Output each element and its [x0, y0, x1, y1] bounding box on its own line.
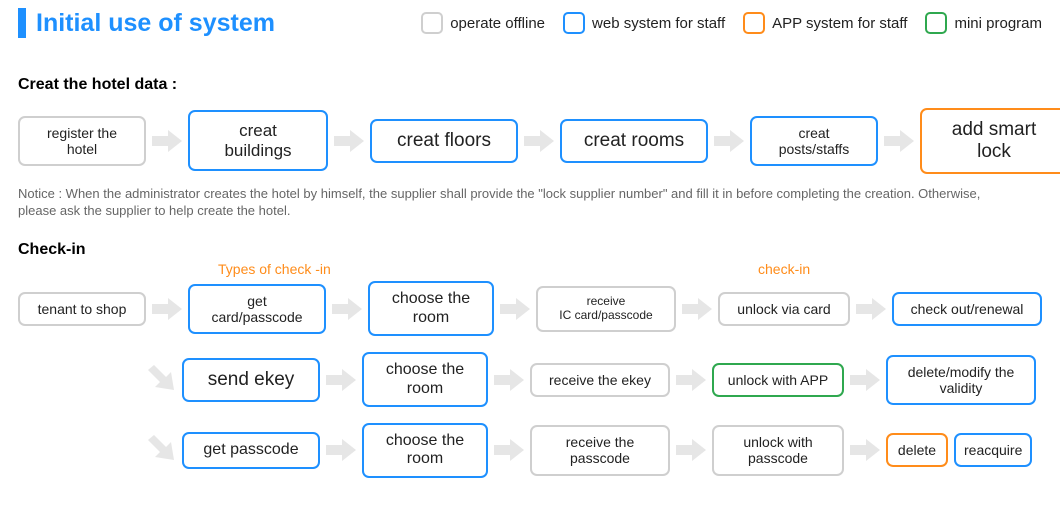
legend: operate offline web system for staff APP…: [421, 12, 1042, 34]
row1-get: getcard/passcode: [188, 284, 326, 334]
row2-unlock: unlock with APP: [712, 363, 844, 397]
swatch-web-icon: [563, 12, 585, 34]
arrow-right-icon: [498, 298, 532, 320]
arrow-right-icon: [492, 369, 526, 391]
label-checkin: check-in: [758, 261, 810, 277]
row1-checkout-label: check out/renewal: [911, 301, 1024, 317]
arrow-right-icon: [848, 439, 882, 461]
row2-send: send ekey: [182, 358, 320, 402]
row3-get: get passcode: [182, 432, 320, 468]
arrow-right-icon: [848, 369, 882, 391]
row2-receive: receive the ekey: [530, 363, 670, 397]
legend-offline: operate offline: [421, 12, 545, 34]
indent-arrow: [18, 360, 178, 400]
checkin-labels: Types of check -in check-in: [18, 263, 1042, 281]
row1-unlock: unlock via card: [718, 292, 850, 326]
step-buildings-label: creat buildings: [204, 121, 312, 160]
row2-receive-label: receive the ekey: [549, 372, 651, 388]
arrow-right-icon: [492, 439, 526, 461]
arrow-right-icon: [674, 439, 708, 461]
checkin-row3: get passcode choose theroom receive thep…: [18, 423, 1042, 478]
row1-get-label: getcard/passcode: [211, 293, 302, 325]
row3-delete-label: delete: [898, 442, 936, 458]
arrow-right-icon: [712, 130, 746, 152]
step-register: register thehotel: [18, 116, 146, 166]
step-register-label: register thehotel: [47, 125, 117, 157]
row2-choose: choose theroom: [362, 352, 488, 407]
arrow-right-icon: [882, 130, 916, 152]
legend-mini: mini program: [925, 12, 1042, 34]
row1-checkout: check out/renewal: [892, 292, 1042, 326]
swatch-mini-icon: [925, 12, 947, 34]
arrow-right-icon: [324, 369, 358, 391]
arrow-right-icon: [854, 298, 888, 320]
step-tenant: tenant to shop: [18, 292, 146, 326]
arrow-right-icon: [522, 130, 556, 152]
page-title: Initial use of system: [36, 9, 275, 38]
section1-notice: Notice : When the administrator creates …: [18, 186, 1018, 220]
row2-choose-label: choose theroom: [386, 361, 464, 398]
header: Initial use of system operate offline we…: [18, 0, 1042, 38]
swatch-offline-icon: [421, 12, 443, 34]
row3-receive: receive thepasscode: [530, 425, 670, 475]
step-rooms-label: creat rooms: [584, 130, 684, 152]
arrow-right-icon: [150, 130, 184, 152]
checkin-row1: tenant to shop getcard/passcode choose t…: [18, 281, 1042, 336]
legend-app-label: APP system for staff: [772, 15, 907, 32]
arrow-right-icon: [680, 298, 714, 320]
row2-send-label: send ekey: [208, 369, 295, 391]
row1-receive: receiveIC card/passcode: [536, 286, 676, 332]
arrow-right-icon: [324, 439, 358, 461]
legend-web-label: web system for staff: [592, 15, 725, 32]
row2-unlock-label: unlock with APP: [728, 372, 828, 388]
row3-reacquire-label: reacquire: [964, 442, 1022, 458]
swatch-app-icon: [743, 12, 765, 34]
checkin-row2: send ekey choose theroom receive the eke…: [18, 352, 1042, 407]
legend-mini-label: mini program: [954, 15, 1042, 32]
arrow-right-icon: [674, 369, 708, 391]
arrow-right-icon: [150, 298, 184, 320]
step-posts-label: creatposts/staffs: [779, 125, 850, 157]
legend-app: APP system for staff: [743, 12, 907, 34]
row3-delete: delete: [886, 433, 948, 467]
indent-arrow: [18, 430, 178, 470]
arrow-diag-icon: [144, 430, 178, 470]
row2-delete-label: delete/modify thevalidity: [908, 364, 1015, 396]
step-floors: creat floors: [370, 119, 518, 163]
label-types: Types of check -in: [218, 261, 331, 277]
step-tenant-label: tenant to shop: [38, 301, 127, 317]
legend-web: web system for staff: [563, 12, 725, 34]
step-rooms: creat rooms: [560, 119, 708, 163]
row3-choose-label: choose theroom: [386, 432, 464, 469]
row3-unlock: unlock withpasscode: [712, 425, 844, 475]
row1-unlock-label: unlock via card: [737, 301, 830, 317]
section2-heading: Check-in: [18, 241, 1042, 259]
arrow-diag-icon: [144, 360, 178, 400]
row3-get-label: get passcode: [203, 441, 298, 459]
row3-unlock-label: unlock withpasscode: [743, 434, 812, 466]
row3-receive-label: receive thepasscode: [566, 434, 634, 466]
title-accent-bar: [18, 8, 26, 38]
row1-choose: choose theroom: [368, 281, 494, 336]
title-wrap: Initial use of system: [18, 8, 275, 38]
hotel-data-flow: register thehotel creat buildings creat …: [18, 108, 1042, 174]
row1-receive-label: receiveIC card/passcode: [559, 295, 652, 323]
arrow-right-icon: [332, 130, 366, 152]
step-posts: creatposts/staffs: [750, 116, 878, 166]
step-buildings: creat buildings: [188, 110, 328, 171]
row3-reacquire: reacquire: [954, 433, 1032, 467]
step-addlock: add smart lock: [920, 108, 1060, 174]
section1-heading: Creat the hotel data :: [18, 76, 1042, 94]
arrow-right-icon: [330, 298, 364, 320]
row1-choose-label: choose theroom: [392, 290, 470, 327]
step-addlock-label: add smart lock: [938, 119, 1050, 163]
row3-end-pair: delete reacquire: [886, 433, 1032, 467]
step-floors-label: creat floors: [397, 130, 491, 152]
legend-offline-label: operate offline: [450, 15, 545, 32]
row3-choose: choose theroom: [362, 423, 488, 478]
row2-delete: delete/modify thevalidity: [886, 355, 1036, 405]
